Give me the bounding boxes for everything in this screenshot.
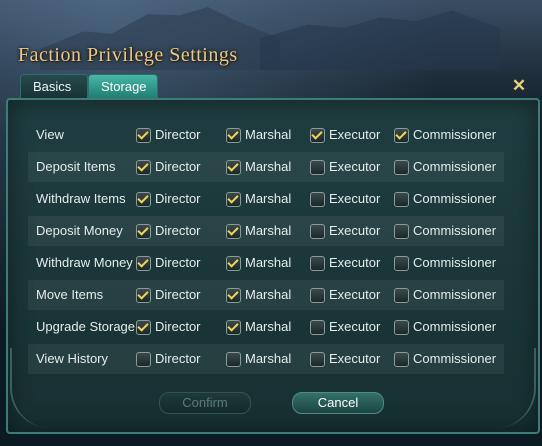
checkbox-checked[interactable] [226,288,241,303]
checkbox-checked[interactable] [394,128,409,143]
rank-option-label: Commissioner [413,255,497,270]
tab-basics[interactable]: Basics [20,74,88,99]
privilege-row: Deposit Money Director Marshal Executor Comm… [28,216,504,246]
privilege-row-label: Withdraw Items [36,191,126,206]
rank-option-label: Director [155,127,201,142]
rank-option-label: Marshal [245,351,292,366]
privilege-row-label: Move Items [36,287,104,302]
privilege-row-label: View [36,127,64,142]
rank-option-label: Marshal [245,319,292,334]
privilege-row-label: Upgrade Storage [36,319,136,334]
rank-option-label: Executor [329,255,381,270]
checkbox-checked[interactable] [226,128,241,143]
rank-option-label: Executor [329,191,381,206]
checkbox-unchecked[interactable] [310,192,325,207]
rank-option-label: Director [155,351,201,366]
rank-option-label: Executor [329,223,381,238]
rank-option-label: Marshal [245,287,292,302]
privilege-row: Move Items Director Marshal Executor Commiss… [28,280,504,310]
checkbox-checked[interactable] [226,192,241,207]
checkbox-unchecked[interactable] [394,320,409,335]
checkbox-unchecked[interactable] [136,352,151,367]
checkbox-unchecked[interactable] [310,352,325,367]
checkbox-checked[interactable] [136,224,151,239]
checkbox-checked[interactable] [136,192,151,207]
rank-option-label: Commissioner [413,223,497,238]
rank-option-label: Commissioner [413,287,497,302]
rank-option-label: Commissioner [413,127,497,142]
pagoda-silhouette-right [260,10,500,70]
checkbox-checked[interactable] [226,224,241,239]
rank-option-label: Executor [329,159,381,174]
privilege-row: Withdraw Money Director Marshal Executor Com… [28,248,504,278]
rank-option-label: Executor [329,319,381,334]
checkbox-unchecked[interactable] [394,352,409,367]
privilege-row: View Director Marshal Executor Commissioner [28,120,504,150]
privilege-row: View History Director Marshal Executor Commi… [28,344,504,374]
rank-option-label: Commissioner [413,191,497,206]
checkbox-unchecked[interactable] [394,224,409,239]
checkbox-checked[interactable] [226,160,241,175]
checkbox-unchecked[interactable] [310,288,325,303]
confirm-button[interactable]: Confirm [159,392,251,414]
rank-option-label: Marshal [245,127,292,142]
rank-option-label: Director [155,287,201,302]
checkbox-checked[interactable] [136,288,151,303]
rank-option-label: Executor [329,287,381,302]
rank-option-label: Marshal [245,159,292,174]
checkbox-unchecked[interactable] [394,192,409,207]
checkbox-checked[interactable] [136,160,151,175]
privilege-row-label: Withdraw Money [36,255,133,270]
rank-option-label: Director [155,159,201,174]
cancel-button[interactable]: Cancel [292,392,384,414]
dialog-title: Faction Privilege Settings [18,44,238,66]
privilege-row-label: Deposit Items [36,159,116,174]
rank-option-label: Executor [329,351,381,366]
rank-option-label: Marshal [245,255,292,270]
checkbox-unchecked[interactable] [394,160,409,175]
privilege-row-label: View History [36,351,109,366]
rank-option-label: Executor [329,127,381,142]
rank-option-label: Commissioner [413,351,497,366]
privilege-row: Deposit Items Director Marshal Executor Comm… [28,152,504,182]
tab-storage[interactable]: Storage [88,74,158,99]
checkbox-checked[interactable] [136,320,151,335]
rank-option-label: Marshal [245,223,292,238]
checkbox-checked[interactable] [226,256,241,271]
rank-option-label: Director [155,223,201,238]
checkbox-unchecked[interactable] [310,320,325,335]
checkbox-unchecked[interactable] [310,160,325,175]
privilege-row: Withdraw Items Director Marshal Executor Com… [28,184,504,214]
close-icon[interactable]: ✕ [510,77,528,95]
checkbox-unchecked[interactable] [226,352,241,367]
rank-option-label: Director [155,255,201,270]
checkbox-checked[interactable] [136,128,151,143]
privilege-row-label: Deposit Money [36,223,123,238]
checkbox-unchecked[interactable] [394,288,409,303]
checkbox-checked[interactable] [136,256,151,271]
checkbox-unchecked[interactable] [394,256,409,271]
rank-option-label: Director [155,319,201,334]
rank-option-label: Marshal [245,191,292,206]
rank-option-label: Commissioner [413,159,497,174]
privilege-row: Upgrade Storage Director Marshal Executor Co… [28,312,504,342]
checkbox-unchecked[interactable] [310,256,325,271]
checkbox-checked[interactable] [310,128,325,143]
rank-option-label: Director [155,191,201,206]
rank-option-label: Commissioner [413,319,497,334]
checkbox-checked[interactable] [226,320,241,335]
checkbox-unchecked[interactable] [310,224,325,239]
